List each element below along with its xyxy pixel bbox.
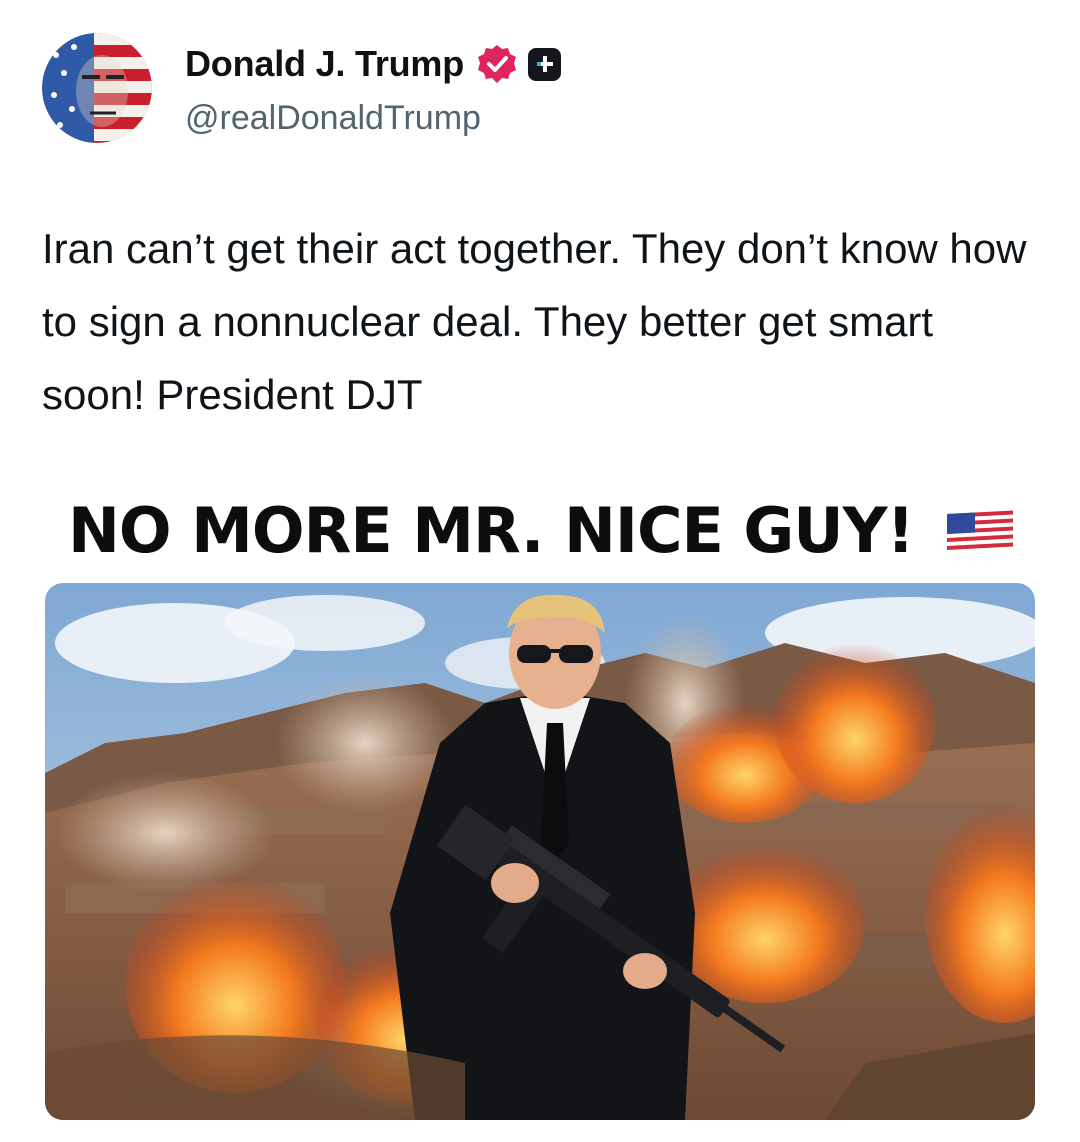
author-handle[interactable]: @realDonaldTrump	[185, 99, 481, 138]
post-body-text: Iran can’t get their act together. They …	[42, 225, 1027, 418]
verified-badge-icon	[476, 43, 518, 85]
avatar[interactable]	[42, 33, 152, 143]
meme-image[interactable]	[45, 583, 1035, 1120]
name-row: Donald J. Trump	[185, 43, 562, 85]
author-name[interactable]: Donald J. Trump	[185, 43, 464, 85]
us-flag-icon	[947, 510, 1013, 552]
post-header: Donald J. Trump @realDonaldTrump	[42, 33, 1042, 145]
meme-title: NO MORE MR. NICE GUY!	[68, 494, 915, 567]
plus-badge-icon	[528, 47, 562, 81]
